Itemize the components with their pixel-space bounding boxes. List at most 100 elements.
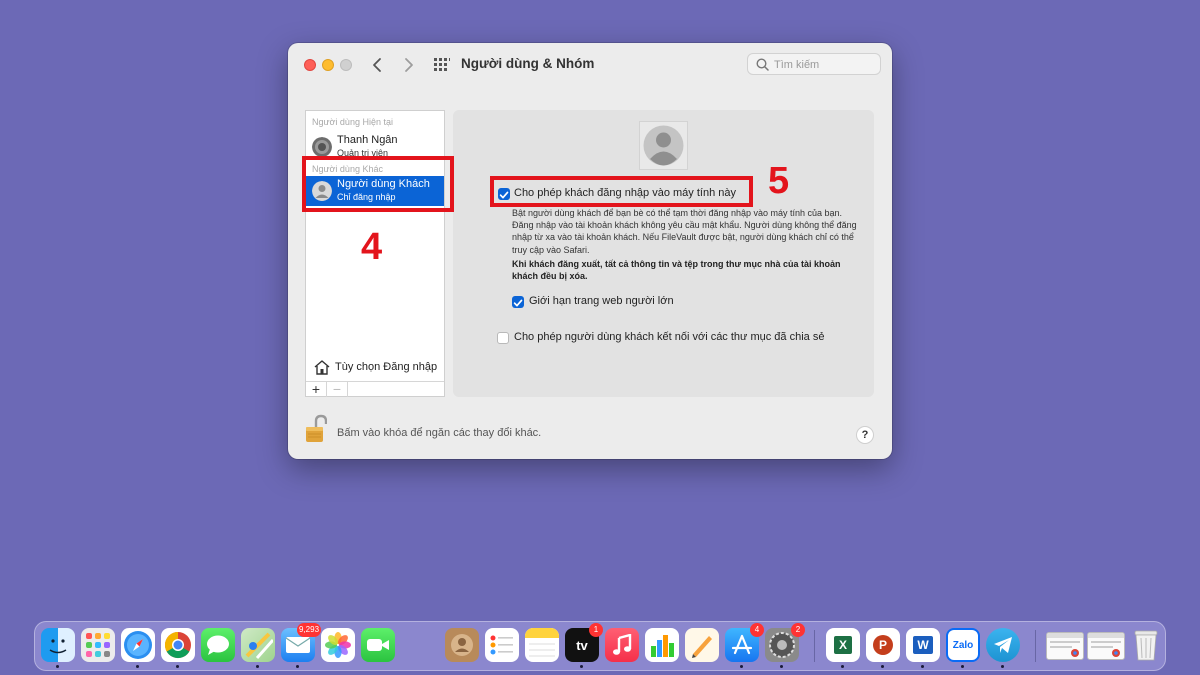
zalo-icon[interactable]: Zalo	[946, 628, 980, 662]
users-groups-window: Người dùng & Nhóm Người dùng Hiện tại Th…	[288, 43, 892, 459]
minimize-button[interactable]	[322, 59, 334, 71]
dock-separator	[1035, 630, 1036, 662]
guest-settings-panel: Cho phép khách đăng nhập vào máy tính nà…	[453, 110, 874, 397]
running-indicator	[580, 665, 583, 668]
pages-icon[interactable]	[685, 628, 719, 662]
tv-label: tv	[576, 637, 588, 653]
tv-badge: 1	[589, 623, 603, 637]
chrome-icon[interactable]	[161, 628, 195, 662]
video-camera-icon	[367, 639, 389, 651]
maps-icon[interactable]	[241, 628, 275, 662]
safari-icon[interactable]	[121, 628, 155, 662]
paper-plane-icon	[994, 637, 1012, 653]
running-indicator	[780, 665, 783, 668]
minimized-chrome-window-1[interactable]	[1046, 632, 1084, 660]
finder-face-icon	[49, 639, 67, 654]
limit-adult-websites-checkbox[interactable]	[512, 296, 524, 308]
checkmark-icon	[513, 299, 523, 307]
pen-icon	[692, 636, 712, 658]
powerpoint-logo-icon: P	[873, 635, 893, 655]
highlight-box-step5	[490, 176, 753, 207]
grid-icon	[434, 58, 450, 71]
limit-adult-websites-label: Giới hạn trang web người lớn	[529, 295, 674, 307]
chrome-window-thumbnail-icon	[1088, 633, 1124, 657]
running-indicator	[740, 665, 743, 668]
shared-folders-label: Cho phép người dùng khách kết nối với cá…	[514, 331, 825, 343]
search-icon	[756, 58, 769, 71]
music-icon[interactable]	[605, 628, 639, 662]
step-4-label: 4	[361, 226, 383, 268]
word-icon[interactable]: W	[906, 628, 940, 662]
help-button[interactable]: ?	[856, 426, 874, 444]
search-input[interactable]	[772, 56, 880, 74]
current-users-header: Người dùng Hiện tại	[312, 117, 393, 127]
envelope-icon	[285, 637, 311, 653]
running-indicator	[1001, 665, 1004, 668]
show-all-button[interactable]	[434, 57, 450, 73]
launchpad-icon[interactable]	[81, 628, 115, 662]
flower-icon	[325, 632, 351, 658]
chrome-logo-icon	[164, 631, 191, 659]
list-icon	[490, 635, 513, 655]
powerpoint-icon[interactable]: P	[866, 628, 900, 662]
add-user-button[interactable]: +	[306, 382, 327, 397]
dock-separator	[814, 630, 815, 662]
telegram-icon[interactable]	[986, 628, 1020, 662]
login-options-label: Tùy chọn Đăng nhập	[335, 361, 438, 373]
add-remove-bar: + −	[306, 381, 444, 397]
app-store-badge: 4	[750, 623, 764, 637]
zoom-button[interactable]	[340, 59, 352, 71]
guest-picture[interactable]	[639, 121, 688, 170]
window-title: Người dùng & Nhóm	[461, 56, 595, 71]
running-indicator	[921, 665, 924, 668]
remove-user-button[interactable]: −	[327, 382, 348, 397]
numbers-icon[interactable]	[645, 628, 679, 662]
house-icon	[314, 360, 330, 375]
chevron-right-icon	[405, 58, 413, 72]
messages-icon[interactable]	[201, 628, 235, 662]
excel-logo-icon: X	[834, 636, 852, 654]
minimized-chrome-window-2[interactable]	[1087, 632, 1125, 660]
mail-badge: 9,293	[297, 623, 322, 637]
facetime-icon[interactable]	[361, 628, 395, 662]
close-button[interactable]	[304, 59, 316, 71]
compass-icon	[124, 631, 152, 659]
word-logo-icon: W	[913, 636, 933, 654]
dock: 9,293 tv 1 4 2 X P W Zalo	[34, 621, 1166, 671]
finder-icon[interactable]	[41, 628, 75, 662]
app-grid-icon	[86, 633, 110, 657]
lock-icon[interactable]	[305, 414, 327, 444]
contact-person-icon	[451, 634, 473, 656]
trash-icon[interactable]	[1129, 628, 1163, 662]
search-field[interactable]	[747, 53, 881, 75]
trash-can-icon	[1134, 630, 1158, 661]
running-indicator	[56, 665, 59, 668]
chrome-window-thumbnail-icon	[1047, 633, 1083, 657]
running-indicator	[136, 665, 139, 668]
app-store-a-icon	[731, 634, 753, 655]
chevron-left-icon	[373, 58, 381, 72]
bar-chart-icon	[651, 635, 674, 657]
login-options-item[interactable]: Tùy chọn Đăng nhập	[306, 355, 444, 379]
lock-text: Bấm vào khóa để ngăn các thay đổi khác.	[337, 427, 542, 439]
photos-icon[interactable]	[321, 628, 355, 662]
shared-folders-checkbox[interactable]	[497, 332, 509, 344]
notes-icon[interactable]	[525, 628, 559, 662]
running-indicator	[296, 665, 299, 668]
user-silhouette-icon	[643, 125, 684, 166]
running-indicator	[176, 665, 179, 668]
guest-warning: Khi khách đăng xuất, tất cả thông tin và…	[512, 259, 841, 282]
running-indicator	[841, 665, 844, 668]
contacts-icon[interactable]	[445, 628, 479, 662]
settings-badge: 2	[791, 623, 805, 637]
running-indicator	[961, 665, 964, 668]
title-bar: Người dùng & Nhóm	[288, 43, 892, 87]
avatar	[312, 137, 332, 157]
speech-bubble-icon	[207, 635, 229, 655]
reminders-icon[interactable]	[485, 628, 519, 662]
back-button[interactable]	[368, 55, 388, 75]
user-name: Thanh Ngân	[337, 134, 398, 146]
excel-icon[interactable]: X	[826, 628, 860, 662]
forward-button[interactable]	[398, 55, 418, 75]
guest-description: Bật người dùng khách để bạn bè có thể tạ…	[512, 208, 857, 255]
